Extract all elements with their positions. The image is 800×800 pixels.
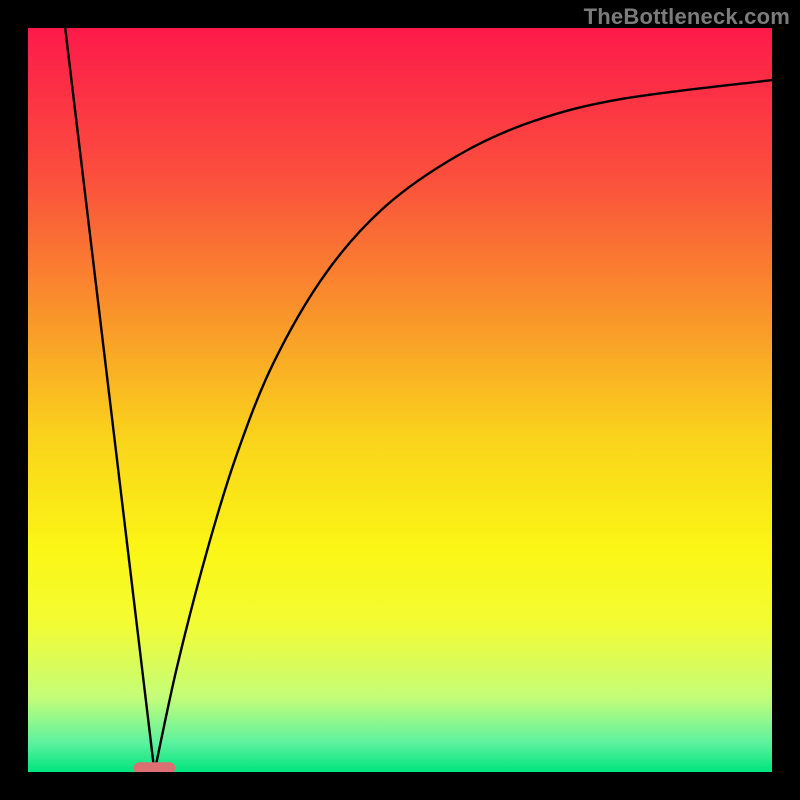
chart-svg (28, 28, 772, 772)
chart-plot-area (28, 28, 772, 772)
chart-background (28, 28, 772, 772)
watermark-text: TheBottleneck.com (584, 4, 790, 30)
optimum-marker (134, 762, 176, 772)
chart-frame: TheBottleneck.com (0, 0, 800, 800)
